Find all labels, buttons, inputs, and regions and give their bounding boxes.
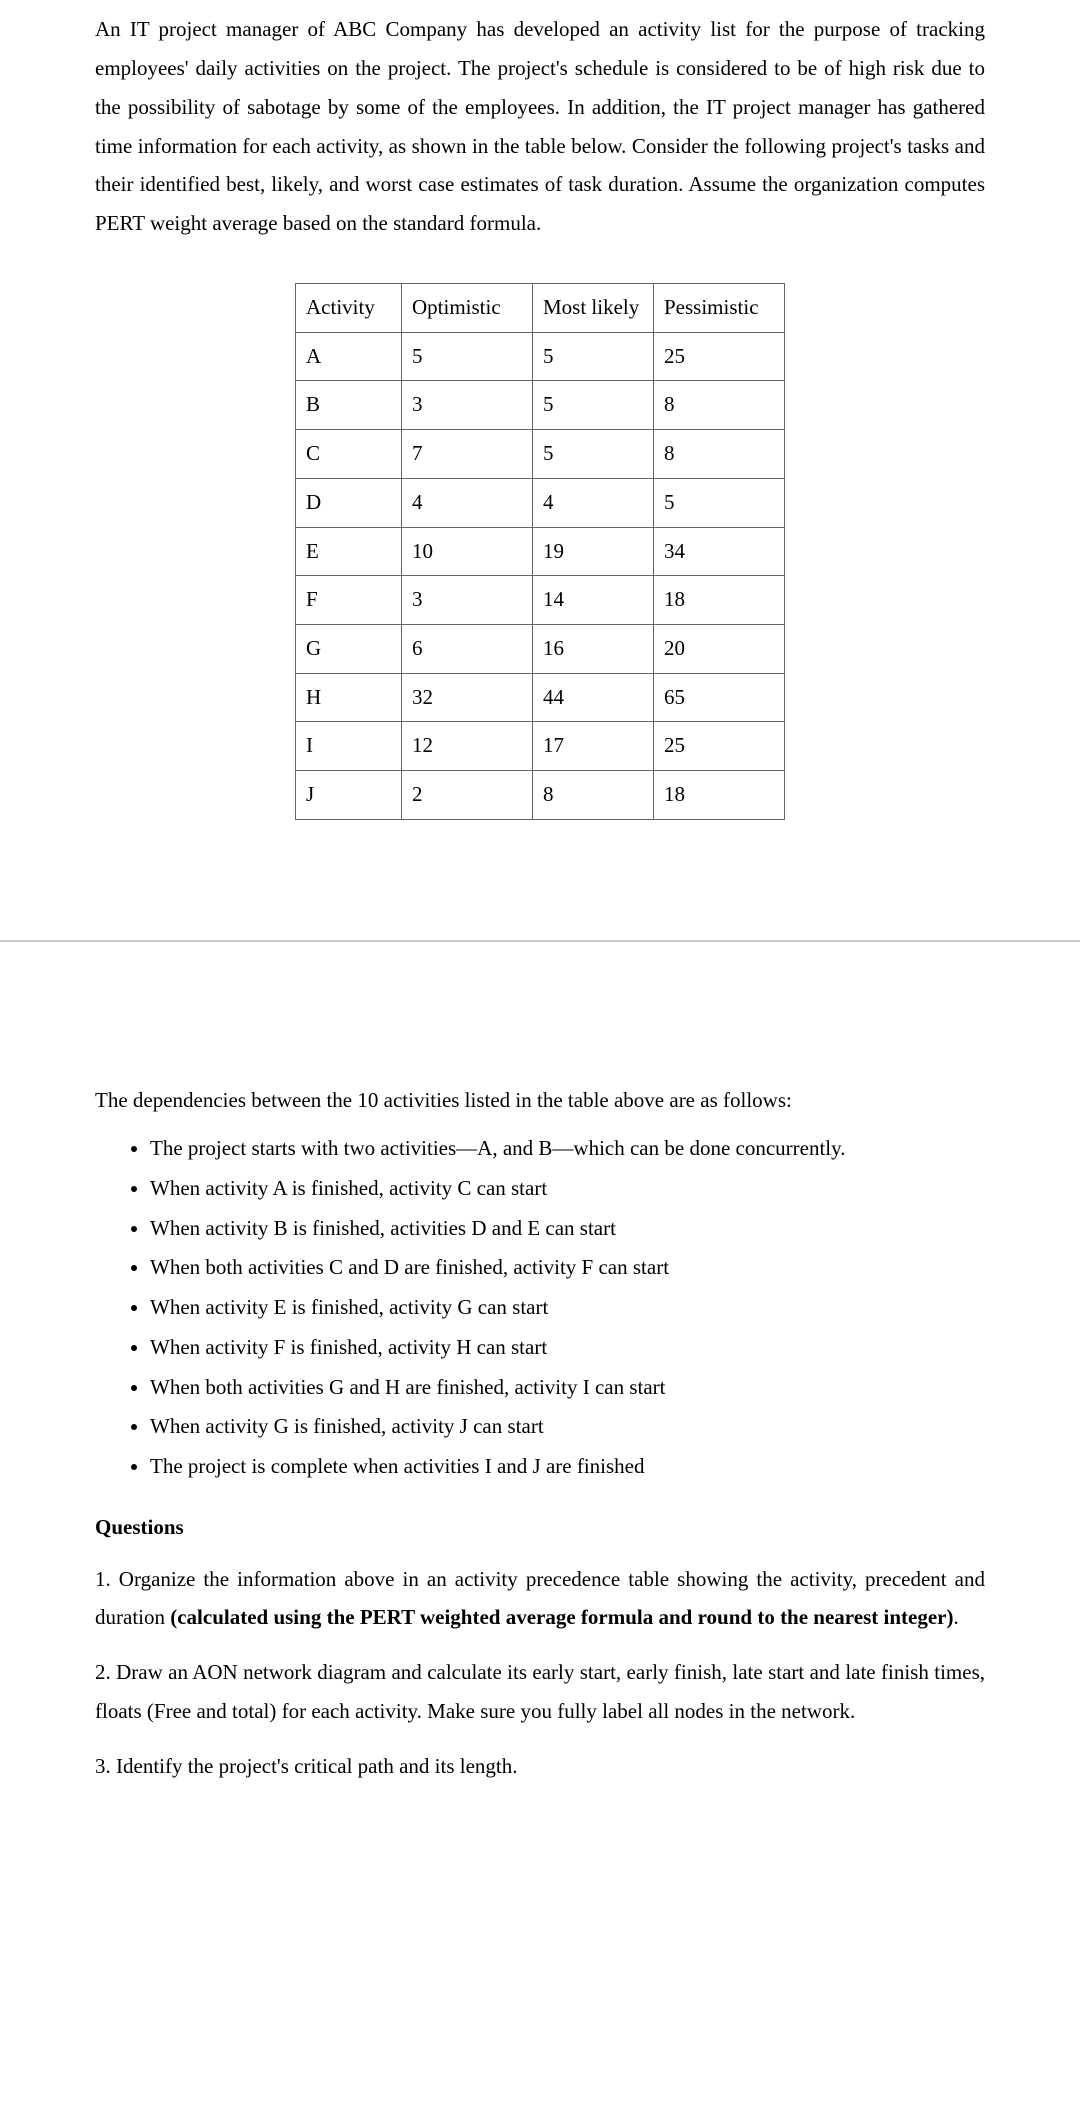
activity-table: Activity Optimistic Most likely Pessimis…: [295, 283, 785, 820]
cell-activity: A: [296, 332, 402, 381]
table-row: J2818: [296, 770, 785, 819]
cell-optimistic: 2: [402, 770, 533, 819]
list-item: When activity G is finished, activity J …: [150, 1409, 985, 1445]
cell-pessimistic: 25: [654, 332, 785, 381]
cell-most_likely: 14: [533, 576, 654, 625]
table-row: H324465: [296, 673, 785, 722]
list-item: The project is complete when activities …: [150, 1449, 985, 1485]
dependencies-intro: The dependencies between the 10 activiti…: [95, 1082, 985, 1120]
cell-pessimistic: 8: [654, 430, 785, 479]
document-page-1: An IT project manager of ABC Company has…: [0, 0, 1080, 910]
list-item: When both activities G and H are finishe…: [150, 1370, 985, 1406]
cell-optimistic: 32: [402, 673, 533, 722]
question-3: 3. Identify the project's critical path …: [95, 1747, 985, 1786]
cell-most_likely: 5: [533, 430, 654, 479]
cell-optimistic: 6: [402, 624, 533, 673]
cell-optimistic: 3: [402, 381, 533, 430]
cell-activity: H: [296, 673, 402, 722]
cell-activity: B: [296, 381, 402, 430]
cell-optimistic: 7: [402, 430, 533, 479]
question-1-bold: (calculated using the PERT weighted aver…: [170, 1605, 953, 1629]
table-row: D445: [296, 478, 785, 527]
list-item: When activity E is finished, activity G …: [150, 1290, 985, 1326]
question-2: 2. Draw an AON network diagram and calcu…: [95, 1653, 985, 1731]
th-pessimistic: Pessimistic: [654, 284, 785, 333]
cell-activity: F: [296, 576, 402, 625]
table-row: F31418: [296, 576, 785, 625]
cell-pessimistic: 5: [654, 478, 785, 527]
list-item: The project starts with two activities—A…: [150, 1131, 985, 1167]
document-page-2: The dependencies between the 10 activiti…: [0, 942, 1080, 1862]
list-item: When activity F is finished, activity H …: [150, 1330, 985, 1366]
cell-optimistic: 3: [402, 576, 533, 625]
cell-optimistic: 5: [402, 332, 533, 381]
cell-pessimistic: 8: [654, 381, 785, 430]
cell-optimistic: 10: [402, 527, 533, 576]
table-row: E101934: [296, 527, 785, 576]
cell-optimistic: 4: [402, 478, 533, 527]
cell-pessimistic: 20: [654, 624, 785, 673]
th-optimistic: Optimistic: [402, 284, 533, 333]
question-1: 1. Organize the information above in an …: [95, 1560, 985, 1638]
th-activity: Activity: [296, 284, 402, 333]
intro-paragraph: An IT project manager of ABC Company has…: [95, 10, 985, 243]
cell-pessimistic: 34: [654, 527, 785, 576]
table-row: I121725: [296, 722, 785, 771]
cell-pessimistic: 25: [654, 722, 785, 771]
list-item: When activity A is finished, activity C …: [150, 1171, 985, 1207]
cell-most_likely: 8: [533, 770, 654, 819]
list-item: When activity B is finished, activities …: [150, 1211, 985, 1247]
question-1-suffix: .: [953, 1605, 958, 1629]
table-row: B358: [296, 381, 785, 430]
cell-most_likely: 4: [533, 478, 654, 527]
th-most-likely: Most likely: [533, 284, 654, 333]
cell-pessimistic: 65: [654, 673, 785, 722]
cell-most_likely: 19: [533, 527, 654, 576]
cell-activity: E: [296, 527, 402, 576]
cell-pessimistic: 18: [654, 576, 785, 625]
cell-most_likely: 17: [533, 722, 654, 771]
cell-activity: J: [296, 770, 402, 819]
table-row: C758: [296, 430, 785, 479]
list-item: When both activities C and D are finishe…: [150, 1250, 985, 1286]
cell-most_likely: 5: [533, 381, 654, 430]
cell-pessimistic: 18: [654, 770, 785, 819]
cell-optimistic: 12: [402, 722, 533, 771]
table-header-row: Activity Optimistic Most likely Pessimis…: [296, 284, 785, 333]
cell-activity: I: [296, 722, 402, 771]
cell-activity: G: [296, 624, 402, 673]
questions-heading: Questions: [95, 1515, 985, 1540]
cell-most_likely: 5: [533, 332, 654, 381]
cell-activity: D: [296, 478, 402, 527]
cell-most_likely: 44: [533, 673, 654, 722]
table-row: A5525: [296, 332, 785, 381]
cell-most_likely: 16: [533, 624, 654, 673]
table-row: G61620: [296, 624, 785, 673]
dependencies-list: The project starts with two activities—A…: [125, 1131, 985, 1484]
cell-activity: C: [296, 430, 402, 479]
